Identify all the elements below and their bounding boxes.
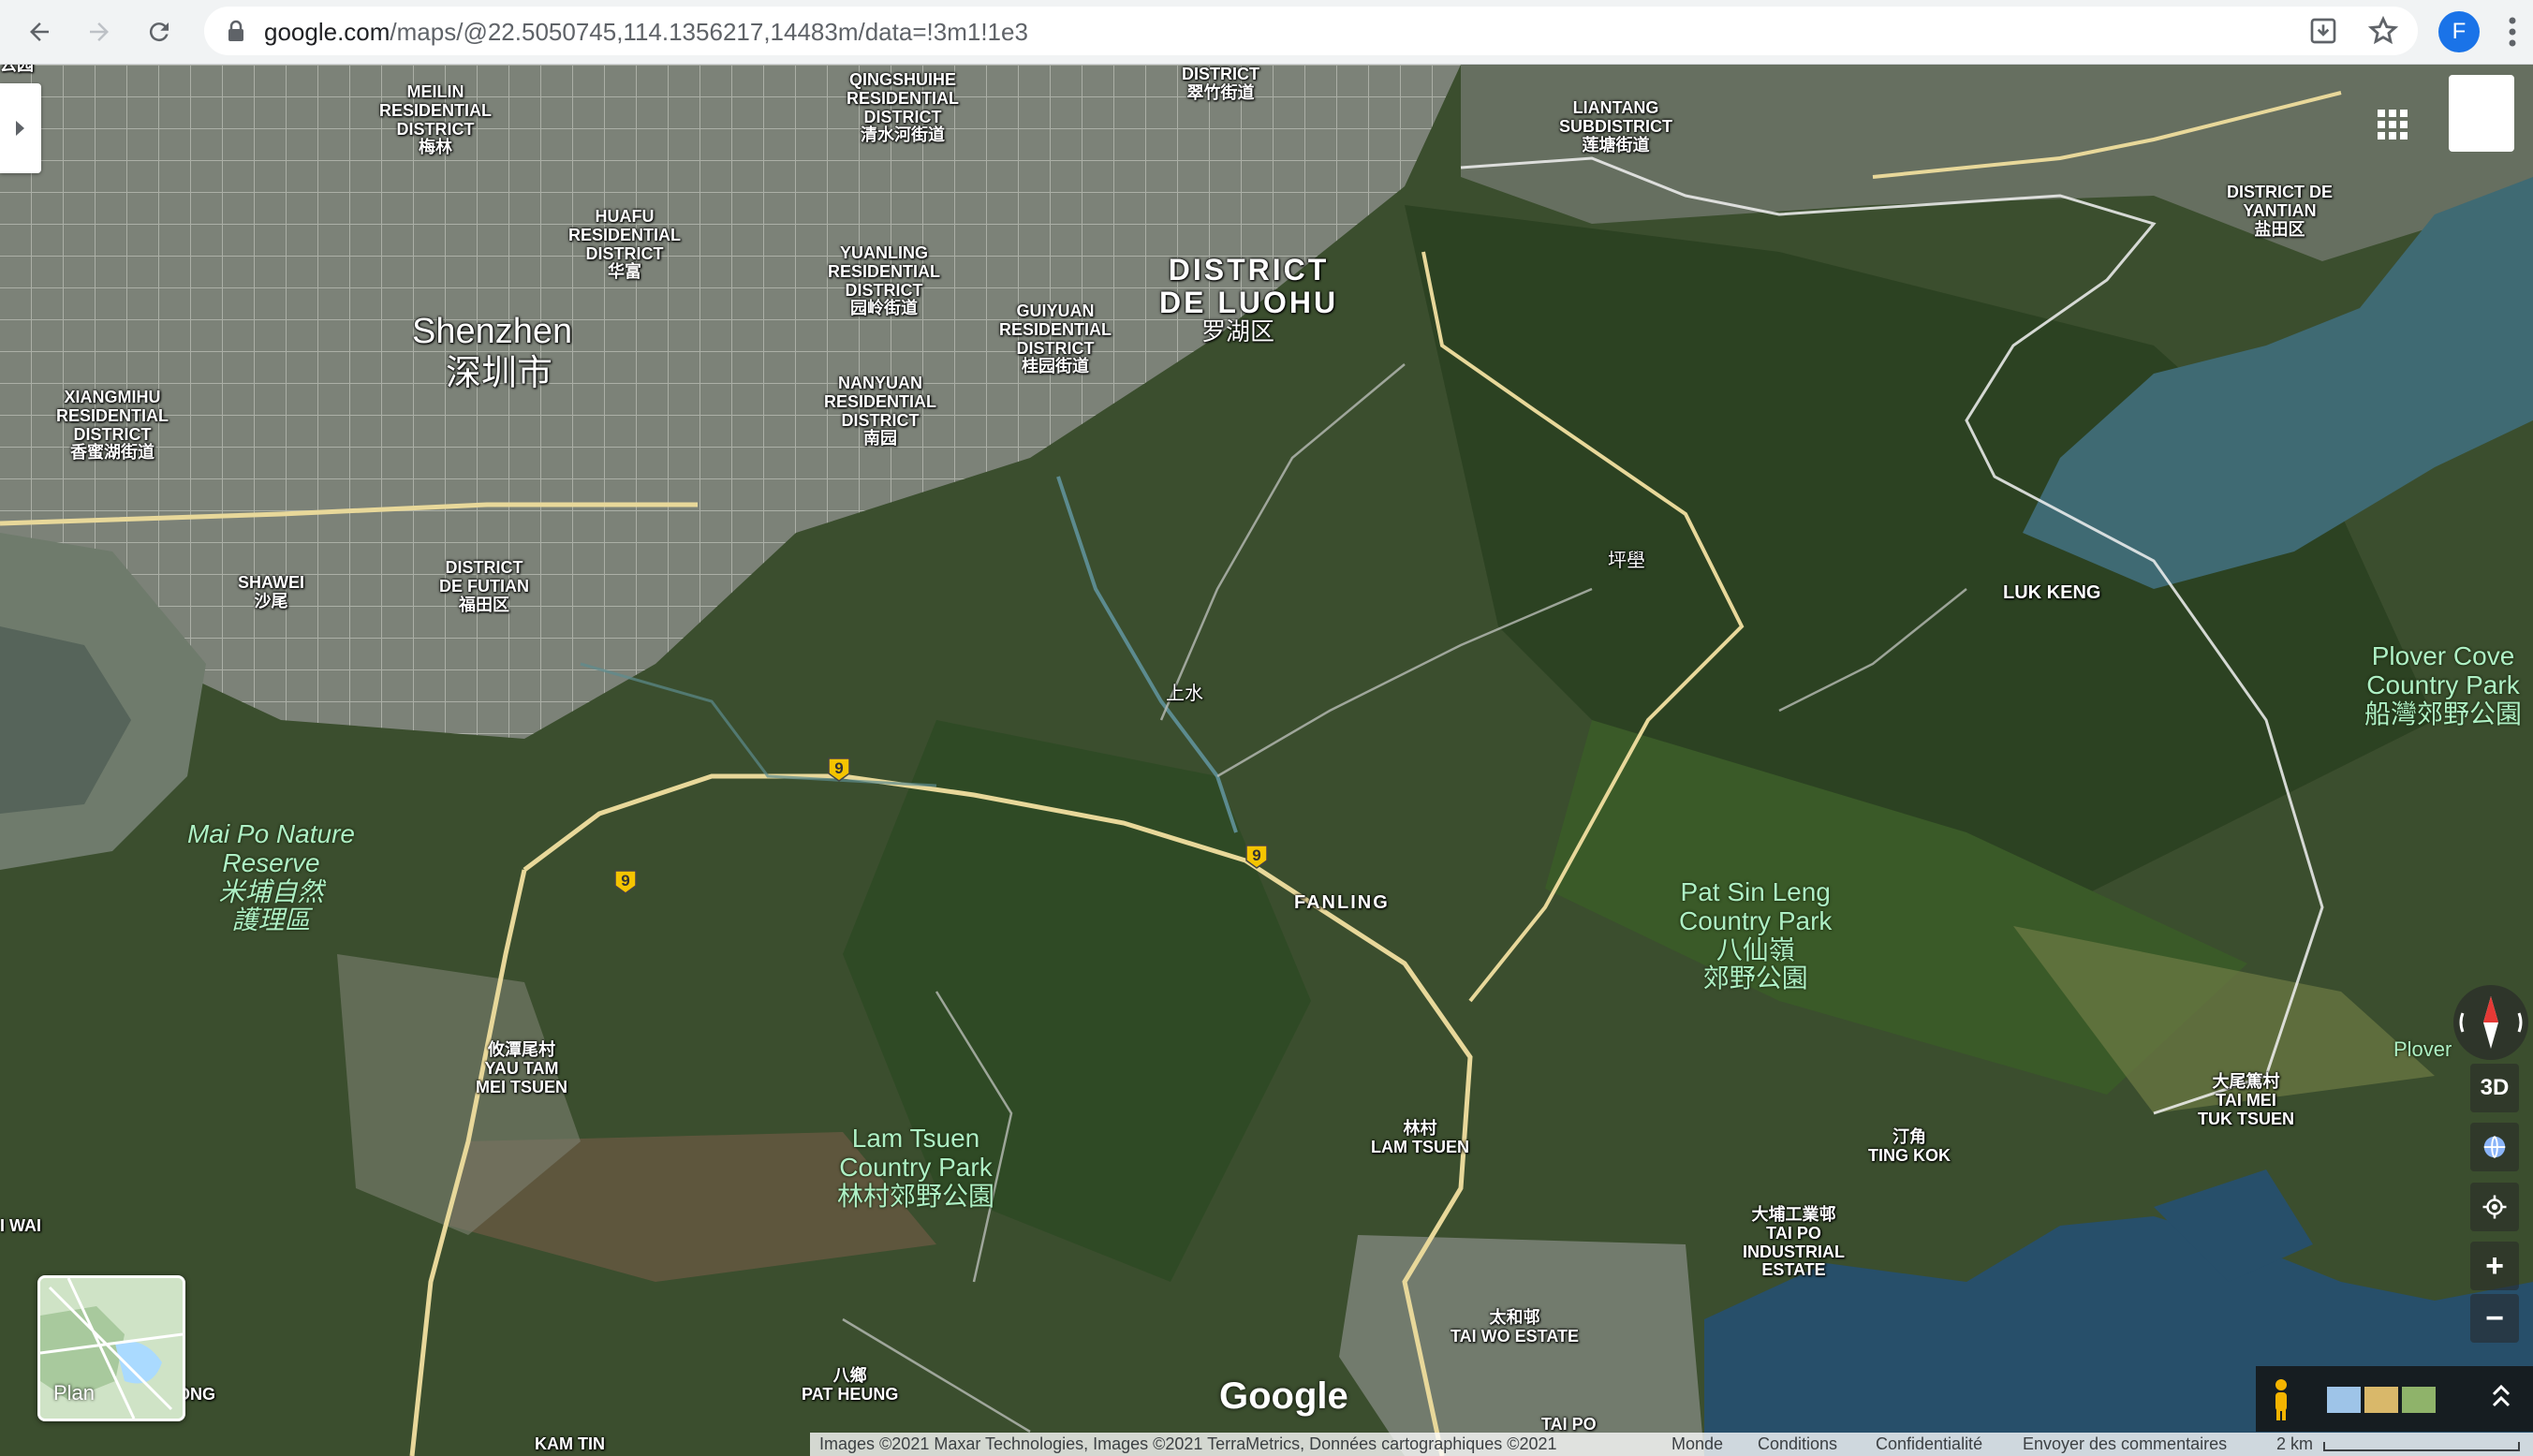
place-label-liantang[interactable]: LIANTANG SUBDISTRICT 莲塘街道: [1559, 98, 1672, 154]
place-label-tai-wo[interactable]: 太和邨 TAI WO ESTATE: [1451, 1308, 1579, 1346]
lock-icon[interactable]: [225, 19, 247, 43]
place-label-shawei[interactable]: SHAWEI 沙尾: [238, 573, 304, 611]
url-host: google.com: [264, 18, 390, 46]
footer-feedback-link[interactable]: Envoyer des commentaires: [2023, 1434, 2227, 1454]
layer-thumb-2[interactable]: [2364, 1387, 2398, 1413]
zoom-in-button[interactable]: +: [2470, 1242, 2519, 1290]
map-layer-switcher[interactable]: Plan: [37, 1275, 185, 1421]
place-label-district-cuizhu[interactable]: DISTRICT 翠竹街道: [1182, 65, 1259, 103]
plan-label: Plan: [53, 1381, 96, 1405]
star-icon[interactable]: [2367, 15, 2399, 47]
city-label-shenzhen[interactable]: Shenzhen: [412, 312, 572, 352]
google-logo: Google: [1219, 1375, 1348, 1417]
place-label-tai-mei-tuk[interactable]: 大尾篤村 TAI MEI TUK TSUEN: [2198, 1072, 2294, 1128]
layer-thumb-1[interactable]: [2327, 1387, 2361, 1413]
route-number: 9: [834, 759, 844, 777]
url-path: /maps/@22.5050745,114.1356217,14483m/dat…: [390, 18, 1028, 46]
place-label-huafu[interactable]: HUAFU RESIDENTIAL DISTRICT 华富: [568, 207, 681, 282]
globe-icon: [2483, 1136, 2506, 1158]
place-label-luohu[interactable]: DISTRICT DE LUOHU: [1159, 253, 1338, 319]
install-icon[interactable]: [2308, 16, 2338, 46]
compass-control[interactable]: [2453, 985, 2528, 1060]
scale-bar[interactable]: [2323, 1442, 2520, 1451]
crosshair-icon: [2482, 1195, 2507, 1219]
place-label-yau-tam-mei[interactable]: 攸潭尾村 YAU TAM MEI TSUEN: [476, 1040, 567, 1096]
place-label-ting-kok[interactable]: 汀角 TING KOK: [1868, 1127, 1951, 1166]
address-bar[interactable]: google.com/maps/@22.5050745,114.1356217,…: [204, 7, 2418, 55]
compass-icon: [2459, 996, 2523, 1049]
route-9-shield[interactable]: 9: [1244, 844, 1269, 870]
place-label-yuanling[interactable]: YUANLING RESIDENTIAL DISTRICT 园岭街道: [828, 243, 940, 318]
route-9-shield[interactable]: 9: [613, 869, 638, 895]
park-label-plover-cove[interactable]: Plover Cove Country Park 船灣郊野公園: [2364, 641, 2522, 728]
place-label-qingshuihe[interactable]: QINGSHUIHE RESIDENTIAL DISTRICT 清水河街道: [847, 70, 959, 145]
expand-side-panel-button[interactable]: [0, 83, 41, 173]
profile-avatar[interactable]: F: [2438, 11, 2480, 52]
url-text[interactable]: google.com/maps/@22.5050745,114.1356217,…: [264, 18, 1028, 47]
layer-thumb-3[interactable]: [2402, 1387, 2436, 1413]
city-label-shenzhen-cn[interactable]: 深圳市: [446, 354, 552, 394]
park-label-mai-po[interactable]: Mai Po Nature Reserve 米埔自然 護理區: [187, 819, 355, 935]
place-label-futian[interactable]: DISTRICT DE FUTIAN 福田区: [439, 558, 529, 614]
place-label-fanling[interactable]: FANLING: [1294, 892, 1390, 913]
my-location-button[interactable]: [2470, 1183, 2519, 1231]
forward-arrow-icon[interactable]: [77, 9, 122, 54]
place-label-meilin[interactable]: MEILIN RESIDENTIAL DISTRICT 梅林: [379, 82, 492, 157]
bottom-controls-strip: [2256, 1366, 2533, 1432]
kebab-menu-icon[interactable]: [2506, 13, 2519, 51]
place-label-pat-heung[interactable]: 八鄉 PAT HEUNG: [802, 1366, 898, 1405]
map-footer: Images ©2021 Maxar Technologies, Images …: [810, 1433, 2533, 1456]
place-label-luk-keng[interactable]: LUK KENG: [2003, 582, 2100, 603]
scale-label[interactable]: 2 km: [2276, 1434, 2313, 1454]
reload-icon[interactable]: [137, 9, 182, 54]
pegman-icon[interactable]: [2275, 1379, 2287, 1420]
route-number: 9: [621, 872, 630, 890]
park-label-pat-sin-leng[interactable]: Pat Sin Leng Country Park 八仙嶺 郊野公園: [1679, 877, 1832, 993]
footer-monde-link[interactable]: Monde: [1671, 1434, 1723, 1454]
route-9-shield[interactable]: 9: [827, 757, 851, 783]
globe-view-button[interactable]: [2470, 1123, 2519, 1171]
place-label-xiangmihu[interactable]: XIANGMIHU RESIDENTIAL DISTRICT 香蜜湖街道: [56, 388, 169, 463]
browser-toolbar: google.com/maps/@22.5050745,114.1356217,…: [0, 0, 2533, 65]
place-label-yantian[interactable]: DISTRICT DE YANTIAN 盐田区: [2227, 183, 2333, 239]
footer-privacy-link[interactable]: Confidentialité: [1876, 1434, 1982, 1454]
place-label-lam-tsuen-village[interactable]: 林村 LAM TSUEN: [1371, 1119, 1469, 1157]
place-label-nanyuan[interactable]: NANYUAN RESIDENTIAL DISTRICT 南园: [824, 374, 936, 449]
place-label-pingzhang[interactable]: 坪壆: [1608, 551, 1645, 571]
place-label-sheung-shui[interactable]: 上水: [1166, 684, 1203, 704]
place-label-fragment[interactable]: 云园: [0, 65, 34, 75]
park-label-lam-tsuen[interactable]: Lam Tsuen Country Park 林村郊野公園: [837, 1124, 994, 1211]
bottom-controls: [2275, 1379, 2511, 1420]
chevron-right-icon: [16, 121, 24, 136]
zoom-out-button[interactable]: −: [2470, 1294, 2519, 1343]
place-label-guiyuan[interactable]: GUIYUAN RESIDENTIAL DISTRICT 桂园街道: [999, 301, 1112, 376]
park-label-plover-fragment[interactable]: Plover: [2393, 1037, 2452, 1061]
place-label-tai-po[interactable]: TAI PO: [1541, 1415, 1597, 1434]
chevron-up-icon[interactable]: [2492, 1384, 2511, 1407]
place-label-wai-fragment[interactable]: I WAI: [0, 1216, 41, 1236]
account-panel-placeholder[interactable]: [2449, 75, 2514, 152]
satellite-map[interactable]: 9 9 9 云园 MEILIN RESIDENTIAL DISTRICT 梅林 …: [0, 65, 2533, 1456]
imagery-attribution: Images ©2021 Maxar Technologies, Images …: [819, 1434, 1557, 1453]
footer-conditions-link[interactable]: Conditions: [1758, 1434, 1837, 1454]
route-number: 9: [1252, 846, 1261, 864]
apps-grid-icon[interactable]: [2374, 106, 2411, 143]
place-label-tai-po-industrial[interactable]: 大埔工業邨 TAI PO INDUSTRIAL ESTATE: [1743, 1205, 1845, 1280]
place-label-luohu-cn[interactable]: 罗湖区: [1201, 318, 1274, 346]
place-label-kam-tin[interactable]: KAM TIN: [535, 1434, 605, 1454]
3d-toggle-button[interactable]: 3D: [2470, 1064, 2519, 1112]
back-arrow-icon[interactable]: [17, 9, 62, 54]
